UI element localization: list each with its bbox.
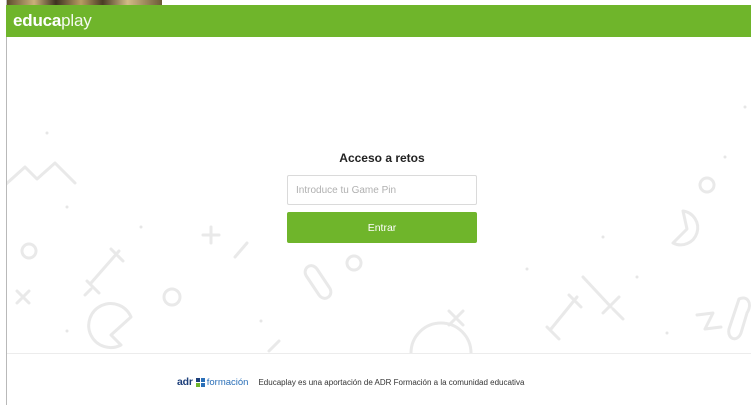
circle-icon [698, 176, 716, 194]
bone-icon [727, 296, 751, 341]
dot-icon [65, 329, 69, 333]
game-pin-input[interactable] [287, 175, 477, 205]
sword-icon [545, 293, 583, 341]
circle-icon [162, 287, 182, 307]
dot-icon [139, 225, 143, 229]
logo-adr-text: adr [177, 376, 193, 388]
top-bar: educaplay [6, 5, 751, 37]
footer-credit-text: Educaplay es una aportación de ADR Forma… [258, 377, 525, 387]
logo-squares-icon [195, 377, 205, 387]
zigzag-icon [7, 161, 77, 186]
dot-icon [601, 235, 605, 239]
window-left-edge [0, 0, 7, 405]
footer: adr formación Educaplay es una aportació… [7, 353, 751, 406]
dot-icon [723, 155, 727, 159]
x-icon [15, 289, 31, 305]
pacman-icon [671, 209, 700, 247]
dot-icon [743, 105, 747, 109]
sword-icon [83, 247, 125, 297]
enter-button[interactable]: Entrar [287, 212, 477, 243]
logo-formacion-text: formación [206, 376, 249, 388]
circle-icon [345, 254, 363, 272]
dot-icon [665, 331, 669, 335]
dot-icon [65, 205, 69, 209]
zigzag-icon [695, 311, 723, 331]
dot-icon [259, 319, 263, 323]
educaplay-logo[interactable]: educaplay [13, 11, 92, 31]
plus-icon [201, 225, 221, 245]
sword-icon [233, 241, 249, 259]
x-icon [447, 309, 465, 327]
dot-icon [45, 131, 49, 135]
footer-content: adr formación Educaplay es una aportació… [177, 375, 524, 389]
dot-icon [635, 275, 639, 279]
logo-light-part: play [61, 11, 92, 30]
form-title: Acceso a retos [339, 151, 425, 165]
pacman-icon [409, 321, 473, 353]
pacman-icon [87, 302, 133, 350]
sword-icon [581, 275, 625, 321]
main-area: Acceso a retos Entrar [7, 37, 751, 353]
x-icon [267, 339, 281, 353]
dot-icon [525, 267, 529, 271]
circle-icon [20, 242, 38, 260]
adr-formacion-logo[interactable]: adr formación [177, 376, 248, 388]
bone-icon [303, 264, 333, 300]
logo-bold-part: educa [13, 11, 62, 30]
